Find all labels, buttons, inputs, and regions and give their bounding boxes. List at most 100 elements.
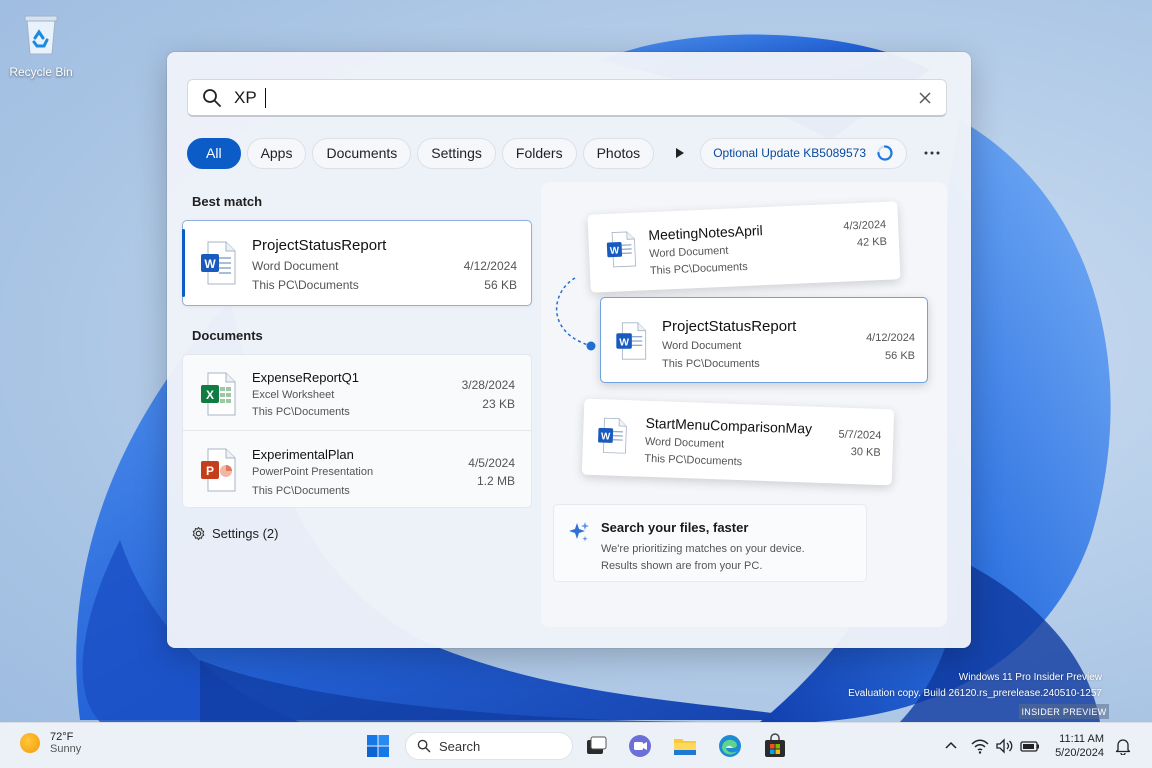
document-name: ExperimentalPlan — [252, 447, 354, 462]
progress-ring-icon — [877, 145, 893, 161]
preview-card-selected[interactable]: W ProjectStatusReport Word Document This… — [600, 297, 928, 383]
excel-icon: X — [201, 372, 236, 416]
best-match-heading: Best match — [192, 194, 263, 209]
preview-card-type: Word Document — [644, 435, 725, 451]
preview-card[interactable]: W StartMenuComparisonMay Word Document T… — [581, 398, 895, 486]
preview-card-size: 30 KB — [850, 445, 881, 459]
preview-pane: W MeetingNotesApril Word Document This P… — [541, 182, 947, 627]
preview-card-location: This PC\Documents — [644, 452, 743, 469]
filter-bar: All Apps Documents Settings Folders Phot… — [187, 137, 947, 169]
filter-photos[interactable]: Photos — [582, 137, 655, 169]
search-panel: XP All Apps Documents Settings Folders P… — [167, 52, 971, 648]
document-location: This PC\Documents — [252, 485, 350, 497]
settings-results-link[interactable]: Settings (2) — [191, 526, 278, 541]
wifi-icon[interactable] — [970, 737, 990, 755]
best-match-location: This PC\Documents — [252, 278, 359, 292]
watermark-edition: Windows 11 Pro Insider Preview — [958, 672, 1102, 683]
search-query: XP — [234, 87, 257, 107]
tip-title: Search your files, faster — [601, 520, 749, 535]
gear-icon — [192, 526, 205, 541]
best-match-result[interactable]: W ProjectStatusReport Word Document This… — [182, 220, 532, 306]
preview-card-size: 56 KB — [885, 350, 915, 362]
preview-card-size: 42 KB — [856, 235, 888, 250]
svg-text:W: W — [204, 257, 216, 271]
clear-icon[interactable] — [918, 91, 932, 105]
system-clock[interactable]: 11:11 AM 5/20/2024 — [1048, 732, 1104, 760]
search-input[interactable]: XP — [187, 79, 947, 117]
preview-card-type: Word Document — [648, 244, 729, 261]
more-filters-button[interactable] — [668, 141, 692, 165]
filter-folders[interactable]: Folders — [501, 137, 577, 169]
weather-condition: Sunny — [50, 743, 82, 755]
start-button[interactable] — [366, 734, 390, 758]
teams-chat-icon[interactable] — [627, 733, 653, 759]
search-icon — [203, 88, 221, 107]
volume-icon[interactable] — [995, 737, 1015, 755]
document-name: ExpenseReportQ1 — [252, 370, 359, 385]
optional-update-chip[interactable]: Optional Update KB5089573 — [700, 137, 907, 169]
insider-preview-badge: INSIDER PREVIEW — [1019, 704, 1109, 719]
word-icon: W — [598, 417, 627, 454]
preview-card-location: This PC\Documents — [649, 260, 748, 278]
preview-card-name: ProjectStatusReport — [662, 318, 797, 335]
notification-bell-icon[interactable] — [1114, 737, 1132, 755]
preview-card-location: This PC\Documents — [662, 358, 760, 370]
word-icon: W — [616, 322, 647, 360]
documents-list: X ExpenseReportQ1 Excel Worksheet This P… — [182, 354, 532, 508]
list-item[interactable]: X ExpenseReportQ1 Excel Worksheet This P… — [183, 355, 531, 431]
word-icon: W — [201, 241, 236, 285]
preview-card-date: 5/7/2024 — [838, 428, 882, 442]
preview-card-date: 4/12/2024 — [866, 332, 915, 344]
recycle-bin-icon — [24, 15, 58, 55]
svg-text:P: P — [206, 464, 214, 478]
document-type: Excel Worksheet — [252, 389, 335, 401]
weather-temperature: 72°F — [50, 731, 74, 743]
taskbar: 72°F Sunny Search 11:11 AM 5/20/2024 — [0, 722, 1152, 768]
tip-line-2: Results shown are from your PC. — [601, 560, 763, 572]
sparkle-icon — [569, 522, 589, 542]
taskbar-search[interactable]: Search — [405, 732, 573, 760]
text-caret — [264, 87, 266, 108]
chevron-up-icon[interactable] — [943, 737, 959, 755]
recycle-bin-label: Recycle Bin — [9, 65, 73, 79]
preview-card-name: StartMenuComparisonMay — [645, 414, 813, 437]
document-size: 23 KB — [482, 397, 515, 411]
task-view-icon[interactable] — [583, 733, 609, 759]
best-match-type: Word Document — [252, 259, 339, 273]
powerpoint-icon: P — [201, 448, 236, 492]
filter-apps[interactable]: Apps — [246, 137, 307, 169]
svg-text:W: W — [619, 337, 629, 348]
document-date: 4/5/2024 — [468, 456, 515, 470]
documents-heading: Documents — [192, 328, 263, 343]
search-icon — [417, 739, 431, 753]
sun-icon — [20, 733, 40, 753]
preview-card-type: Word Document — [662, 340, 742, 352]
more-options-button[interactable] — [917, 138, 947, 168]
clock-date: 5/20/2024 — [1055, 747, 1104, 759]
filter-all[interactable]: All — [187, 137, 241, 169]
filter-settings[interactable]: Settings — [417, 137, 496, 169]
svg-text:X: X — [206, 388, 214, 402]
preview-card-date: 4/3/2024 — [843, 218, 887, 233]
document-type: PowerPoint Presentation — [252, 466, 374, 478]
search-tip-card: Search your files, faster We're prioriti… — [553, 504, 867, 582]
microsoft-store-icon[interactable] — [762, 733, 788, 759]
watermark-build: Evaluation copy. Build 26120.rs_prerelea… — [848, 688, 1102, 699]
list-item[interactable]: P ExperimentalPlan PowerPoint Presentati… — [183, 432, 531, 508]
clock-time: 11:11 AM — [1059, 733, 1104, 745]
preview-card[interactable]: W MeetingNotesApril Word Document This P… — [587, 201, 901, 293]
play-icon — [676, 148, 685, 158]
document-size: 1.2 MB — [476, 474, 515, 488]
tip-line-1: We're prioritizing matches on your devic… — [601, 543, 805, 555]
battery-icon[interactable] — [1020, 737, 1040, 755]
weather-widget[interactable]: 72°F Sunny — [20, 731, 81, 755]
edge-browser-icon[interactable] — [717, 733, 743, 759]
preview-card-name: MeetingNotesApril — [648, 222, 764, 244]
word-icon: W — [606, 231, 637, 268]
recycle-bin-shortcut[interactable]: Recycle Bin — [6, 12, 76, 79]
filter-documents[interactable]: Documents — [312, 137, 412, 169]
update-label: Optional Update KB5089573 — [713, 146, 866, 160]
file-explorer-icon[interactable] — [672, 733, 698, 759]
best-match-size: 56 KB — [484, 278, 517, 292]
document-location: This PC\Documents — [252, 406, 350, 418]
